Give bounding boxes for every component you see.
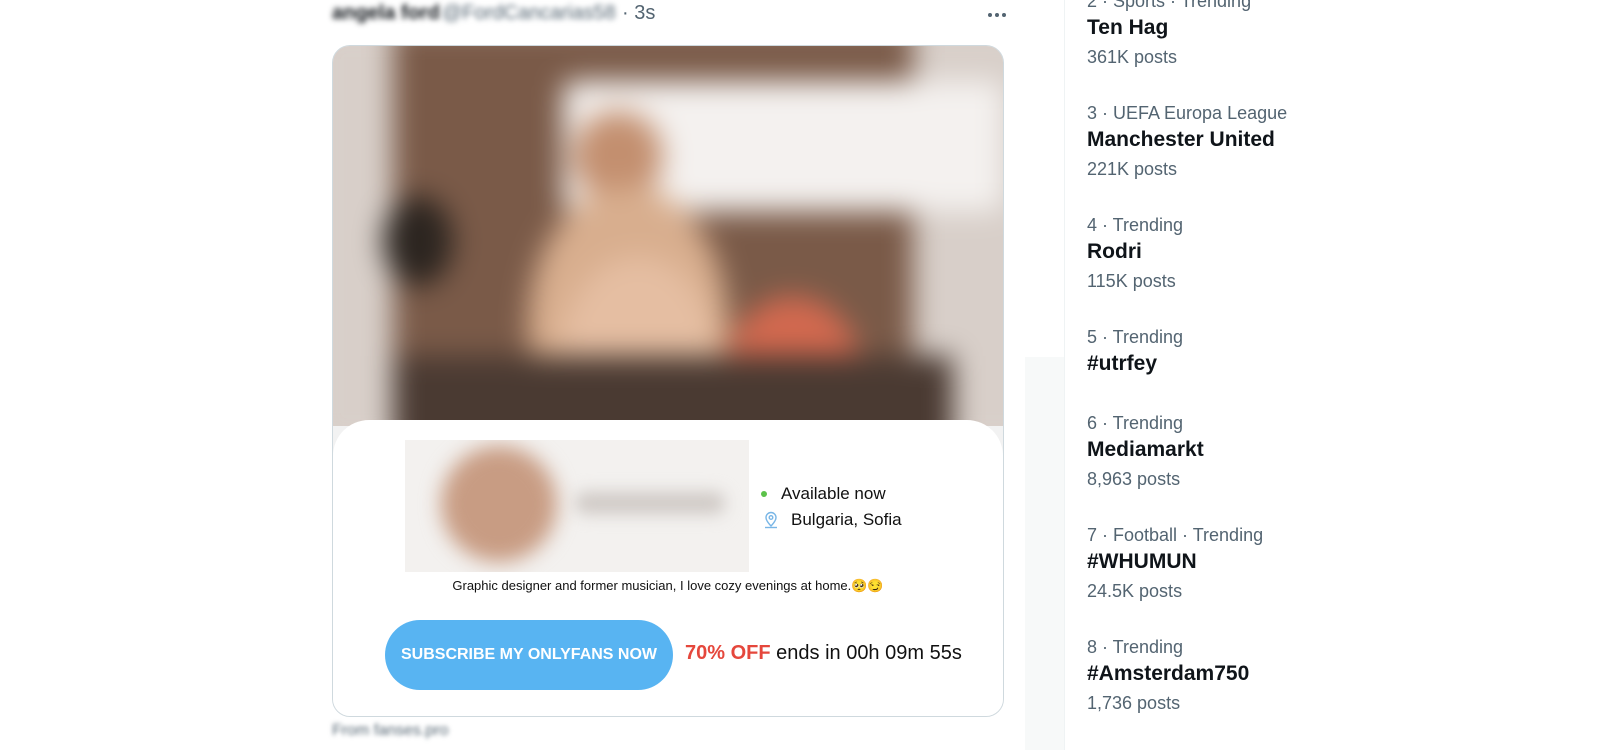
trend-post-count: 221K posts bbox=[1087, 159, 1178, 179]
tweet-media-card[interactable]: Available now Bulgaria, Sofia Graphic de… bbox=[332, 45, 1004, 717]
blurred-media-image[interactable] bbox=[333, 46, 1003, 426]
trend-title: Rodri bbox=[1087, 240, 1142, 263]
avatar bbox=[441, 446, 557, 562]
location-text: Bulgaria, Sofia bbox=[791, 510, 902, 529]
trend-item[interactable]: 5 · Trending #utrfey bbox=[1087, 326, 1567, 378]
trend-title: #utrfey bbox=[1087, 352, 1158, 375]
media-source[interactable]: From fanses.pro bbox=[332, 722, 448, 740]
trend-title: #WHUMUN bbox=[1087, 550, 1197, 573]
trend-item[interactable]: 4 · Trending Rodri 115K posts bbox=[1087, 214, 1567, 292]
trend-meta: 7 · Football · Trending bbox=[1087, 525, 1264, 545]
trend-title: Manchester United bbox=[1087, 128, 1275, 151]
profile-thumbnail[interactable] bbox=[405, 440, 749, 572]
trend-post-count: 8,963 posts bbox=[1087, 469, 1181, 489]
trend-meta: 8 · Trending bbox=[1087, 637, 1184, 657]
discount-label: 70% OFF bbox=[685, 642, 771, 664]
location-pin-icon bbox=[765, 511, 777, 529]
trend-post-count: 1,736 posts bbox=[1087, 693, 1181, 713]
trend-post-count: 24.5K posts bbox=[1087, 581, 1183, 601]
trend-meta: 5 · Trending bbox=[1087, 327, 1184, 347]
more-options-button[interactable] bbox=[980, 0, 1014, 30]
more-horizontal-icon bbox=[987, 13, 1008, 17]
author-handle[interactable]: @FordCancarias58 bbox=[442, 2, 616, 25]
trend-item[interactable]: 8 · Trending #Amsterdam750 1,736 posts bbox=[1087, 636, 1567, 714]
trend-meta: 2 · Sports · Trending bbox=[1087, 0, 1252, 11]
trend-post-count: 115K posts bbox=[1087, 271, 1176, 291]
bio-text: Graphic designer and former musician, I … bbox=[452, 578, 884, 593]
trend-meta: 3 · UEFA Europa League bbox=[1087, 103, 1288, 123]
column-gap bbox=[1025, 357, 1065, 750]
promo-panel: Available now Bulgaria, Sofia Graphic de… bbox=[333, 420, 1003, 716]
tweet-header: angela ford @FordCancarias58 · 3s bbox=[332, 0, 1012, 30]
trend-item[interactable]: 6 · Trending Mediamarkt 8,963 posts bbox=[1087, 412, 1567, 490]
subscribe-button[interactable]: SUBSCRIBE MY ONLYFANS NOW bbox=[385, 620, 673, 690]
column-divider bbox=[1064, 0, 1065, 750]
availability-status: Available now bbox=[761, 484, 886, 504]
countdown-text: ends in 00h 09m 55s bbox=[776, 642, 962, 664]
trend-title: #Amsterdam750 bbox=[1087, 662, 1250, 685]
location: Bulgaria, Sofia bbox=[761, 510, 902, 530]
trend-item[interactable]: 7 · Football · Trending #WHUMUN 24.5K po… bbox=[1087, 524, 1567, 602]
trend-item[interactable]: 2 · Sports · Trending Ten Hag 361K posts bbox=[1087, 0, 1567, 68]
trend-item[interactable]: 3 · UEFA Europa League Manchester United… bbox=[1087, 102, 1567, 180]
offer-countdown: 70% OFF ends in 00h 09m 55s bbox=[685, 642, 962, 665]
trend-meta: 6 · Trending bbox=[1087, 413, 1184, 433]
author-name[interactable]: angela ford bbox=[332, 2, 440, 25]
trend-post-count: 361K posts bbox=[1087, 47, 1178, 67]
status-text: Available now bbox=[781, 484, 886, 503]
tweet-time[interactable]: · 3s bbox=[622, 2, 655, 25]
trend-meta: 4 · Trending bbox=[1087, 215, 1184, 235]
online-dot-icon bbox=[761, 491, 767, 497]
trend-title: Mediamarkt bbox=[1087, 438, 1204, 461]
trend-title: Ten Hag bbox=[1087, 16, 1169, 39]
